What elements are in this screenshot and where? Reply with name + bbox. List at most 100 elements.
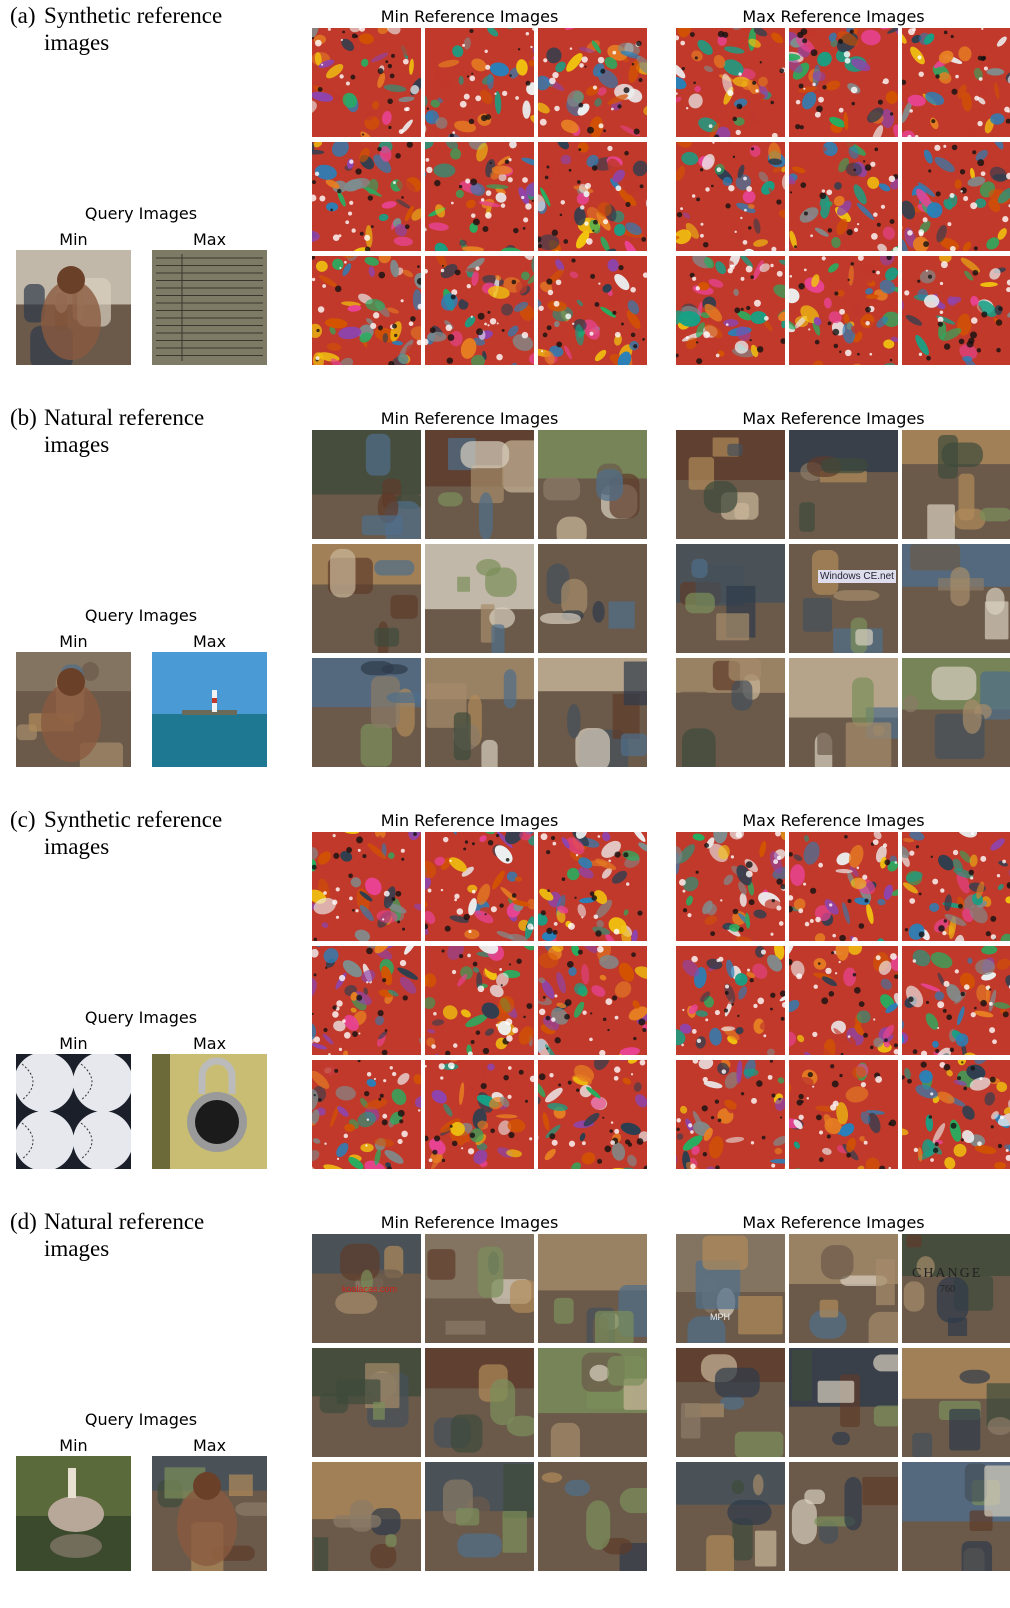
panel-tag: (b) <box>10 404 44 431</box>
reference-image <box>538 946 647 1055</box>
panel-label: (b)Natural reference images <box>10 404 270 458</box>
reference-image <box>676 28 785 137</box>
min-reference-grid <box>312 832 647 1170</box>
reference-image <box>312 544 421 653</box>
panel-label-line2: images <box>10 1236 109 1261</box>
max-reference-grid <box>676 832 1010 1170</box>
reference-image <box>312 1462 421 1571</box>
reference-image <box>902 1060 1010 1169</box>
reference-image <box>538 832 647 941</box>
reference-image <box>425 832 534 941</box>
panel-label-line2: images <box>10 432 109 457</box>
reference-image <box>789 142 898 251</box>
figure-panel-d: (d)Natural reference images Query Images… <box>0 1206 1010 1608</box>
panel-label-line2: images <box>10 834 109 859</box>
min-reference-title: Min Reference Images <box>302 811 637 830</box>
query-min-image <box>16 652 131 767</box>
reference-image <box>902 544 1010 653</box>
reference-image <box>538 1462 647 1571</box>
query-images-title: Query Images <box>16 204 266 223</box>
panel-tag: (c) <box>10 806 44 833</box>
reference-image <box>312 256 421 365</box>
reference-image <box>676 256 785 365</box>
reference-image <box>425 430 534 539</box>
reference-image <box>425 946 534 1055</box>
reference-image <box>538 430 647 539</box>
min-reference-title: Min Reference Images <box>302 7 637 26</box>
reference-image <box>676 832 785 941</box>
reference-image <box>902 658 1010 767</box>
figure-panel-a: (a)Synthetic reference images Query Imag… <box>0 0 1010 402</box>
reference-image <box>676 1462 785 1571</box>
query-max-label: Max <box>152 1436 267 1455</box>
reference-image <box>676 142 785 251</box>
reference-image <box>425 544 534 653</box>
panel-label-line1: Synthetic reference <box>44 807 222 832</box>
reference-image <box>789 946 898 1055</box>
reference-image <box>902 946 1010 1055</box>
panel-label-line1: Natural reference <box>44 405 204 430</box>
gauge-caption: MPH <box>710 1312 730 1322</box>
reference-image <box>789 544 898 653</box>
panel-label-line1: Natural reference <box>44 1209 204 1234</box>
min-reference-grid <box>312 28 647 366</box>
max-reference-grid <box>676 430 1010 768</box>
query-min-image <box>16 1054 131 1169</box>
reference-image <box>312 430 421 539</box>
reference-image <box>538 1060 647 1169</box>
barometer-word: CHANGE <box>912 1266 982 1282</box>
min-reference-title: Min Reference Images <box>302 1213 637 1232</box>
panel-label: (c)Synthetic reference images <box>10 806 270 860</box>
query-max-image <box>152 250 267 365</box>
reference-image <box>676 544 785 653</box>
query-max-label: Max <box>152 230 267 249</box>
reference-image <box>538 28 647 137</box>
query-images-title: Query Images <box>16 1008 266 1027</box>
reference-image <box>425 658 534 767</box>
reference-image <box>538 256 647 365</box>
query-max-label: Max <box>152 632 267 651</box>
reference-image <box>312 28 421 137</box>
min-reference-grid <box>312 430 647 768</box>
reference-image <box>789 28 898 137</box>
reference-image <box>425 1234 534 1343</box>
reference-image <box>312 1348 421 1457</box>
query-images-title: Query Images <box>16 606 266 625</box>
reference-image <box>425 256 534 365</box>
max-reference-title: Max Reference Images <box>666 409 1001 428</box>
query-min-label: Min <box>16 1034 131 1053</box>
query-min-label: Min <box>16 1436 131 1455</box>
reference-image <box>538 658 647 767</box>
reference-image <box>312 946 421 1055</box>
reference-image <box>902 256 1010 365</box>
reference-image <box>902 142 1010 251</box>
reference-image <box>538 544 647 653</box>
max-reference-grid <box>676 28 1010 366</box>
panel-label-line1: Synthetic reference <box>44 3 222 28</box>
reference-image <box>676 658 785 767</box>
reference-image <box>425 1348 534 1457</box>
query-min-image <box>16 1456 131 1571</box>
reference-image <box>902 1462 1010 1571</box>
reference-image <box>538 1348 647 1457</box>
panel-tag: (a) <box>10 2 44 29</box>
reference-image <box>425 1462 534 1571</box>
pda-caption: Windows CE.net <box>818 570 896 583</box>
reference-image <box>676 430 785 539</box>
reference-image <box>789 1234 898 1343</box>
panel-label-line2: images <box>10 30 109 55</box>
ocarina-caption: koolacas.com <box>342 1284 397 1294</box>
reference-image <box>676 1060 785 1169</box>
reference-image <box>789 832 898 941</box>
reference-image <box>902 832 1010 941</box>
barometer-number: 760 <box>940 1284 955 1295</box>
reference-image <box>312 832 421 941</box>
reference-image <box>425 142 534 251</box>
reference-image <box>312 142 421 251</box>
reference-image <box>676 1234 785 1343</box>
reference-image <box>789 1462 898 1571</box>
query-images-title: Query Images <box>16 1410 266 1429</box>
reference-image <box>902 1234 1010 1343</box>
panel-label: (a)Synthetic reference images <box>10 2 270 56</box>
query-max-image <box>152 1456 267 1571</box>
